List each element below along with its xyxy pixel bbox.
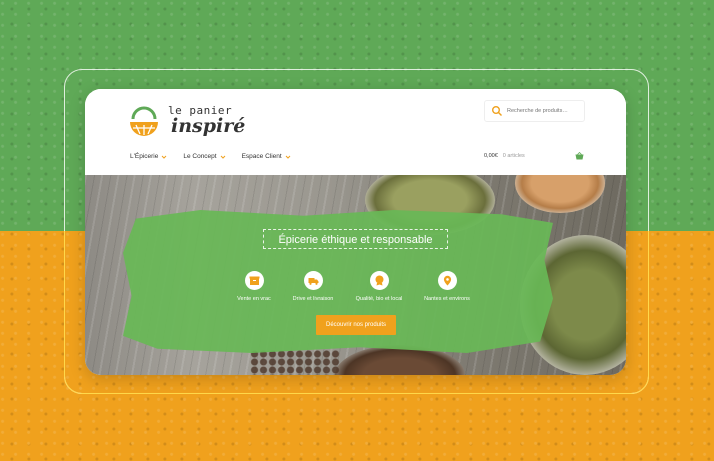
truck-icon [308, 278, 318, 285]
feature-icon-circle [369, 271, 389, 290]
basket-logo-icon [130, 106, 158, 136]
site-header: le panier inspiré L'Épicerie Le Concept … [85, 89, 626, 175]
cart-summary[interactable]: 0,00€ 0 articles [484, 152, 584, 160]
peppercorns-image [250, 350, 340, 375]
feature-icon-circle [437, 271, 457, 290]
cart-total: 0,00€ [484, 153, 498, 159]
location-pin-icon [443, 275, 451, 286]
nav-item-label: L'Épicerie [130, 153, 159, 160]
logo[interactable]: le panier inspiré [127, 101, 246, 143]
search-box[interactable] [484, 100, 585, 122]
feature-location: Nantes et environs [407, 271, 487, 302]
badge-icon [375, 275, 383, 286]
cart-count: 0 articles [502, 153, 525, 159]
website-preview: le panier inspiré L'Épicerie Le Concept … [85, 89, 626, 375]
logo-text-line2: inspiré [171, 115, 246, 137]
chevron-down-icon [285, 155, 291, 159]
feature-icon-circle [303, 271, 323, 290]
nav-item-label: Espace Client [241, 153, 282, 160]
nav-item-espace-client[interactable]: Espace Client [242, 153, 291, 160]
feature-icon-circle [244, 271, 264, 290]
search-input[interactable] [504, 108, 583, 114]
box-icon [249, 276, 259, 285]
feature-label: Nantes et environs [424, 296, 470, 302]
search-icon [492, 106, 502, 116]
hero-title: Épicerie éthique et responsable [263, 229, 448, 249]
nav-item-label: Le Concept [183, 153, 217, 160]
discover-products-button[interactable]: Découvrir nos produits [316, 315, 396, 335]
main-nav: L'Épicerie Le Concept Espace Client [130, 153, 307, 160]
chevron-down-icon [161, 155, 167, 159]
nav-item-concept[interactable]: Le Concept [183, 153, 225, 160]
nav-item-epicerie[interactable]: L'Épicerie [130, 153, 167, 160]
chevron-down-icon [220, 155, 225, 159]
shopping-basket-icon[interactable] [575, 152, 584, 160]
hero-banner: Épicerie éthique et responsable Vente en… [85, 175, 626, 375]
